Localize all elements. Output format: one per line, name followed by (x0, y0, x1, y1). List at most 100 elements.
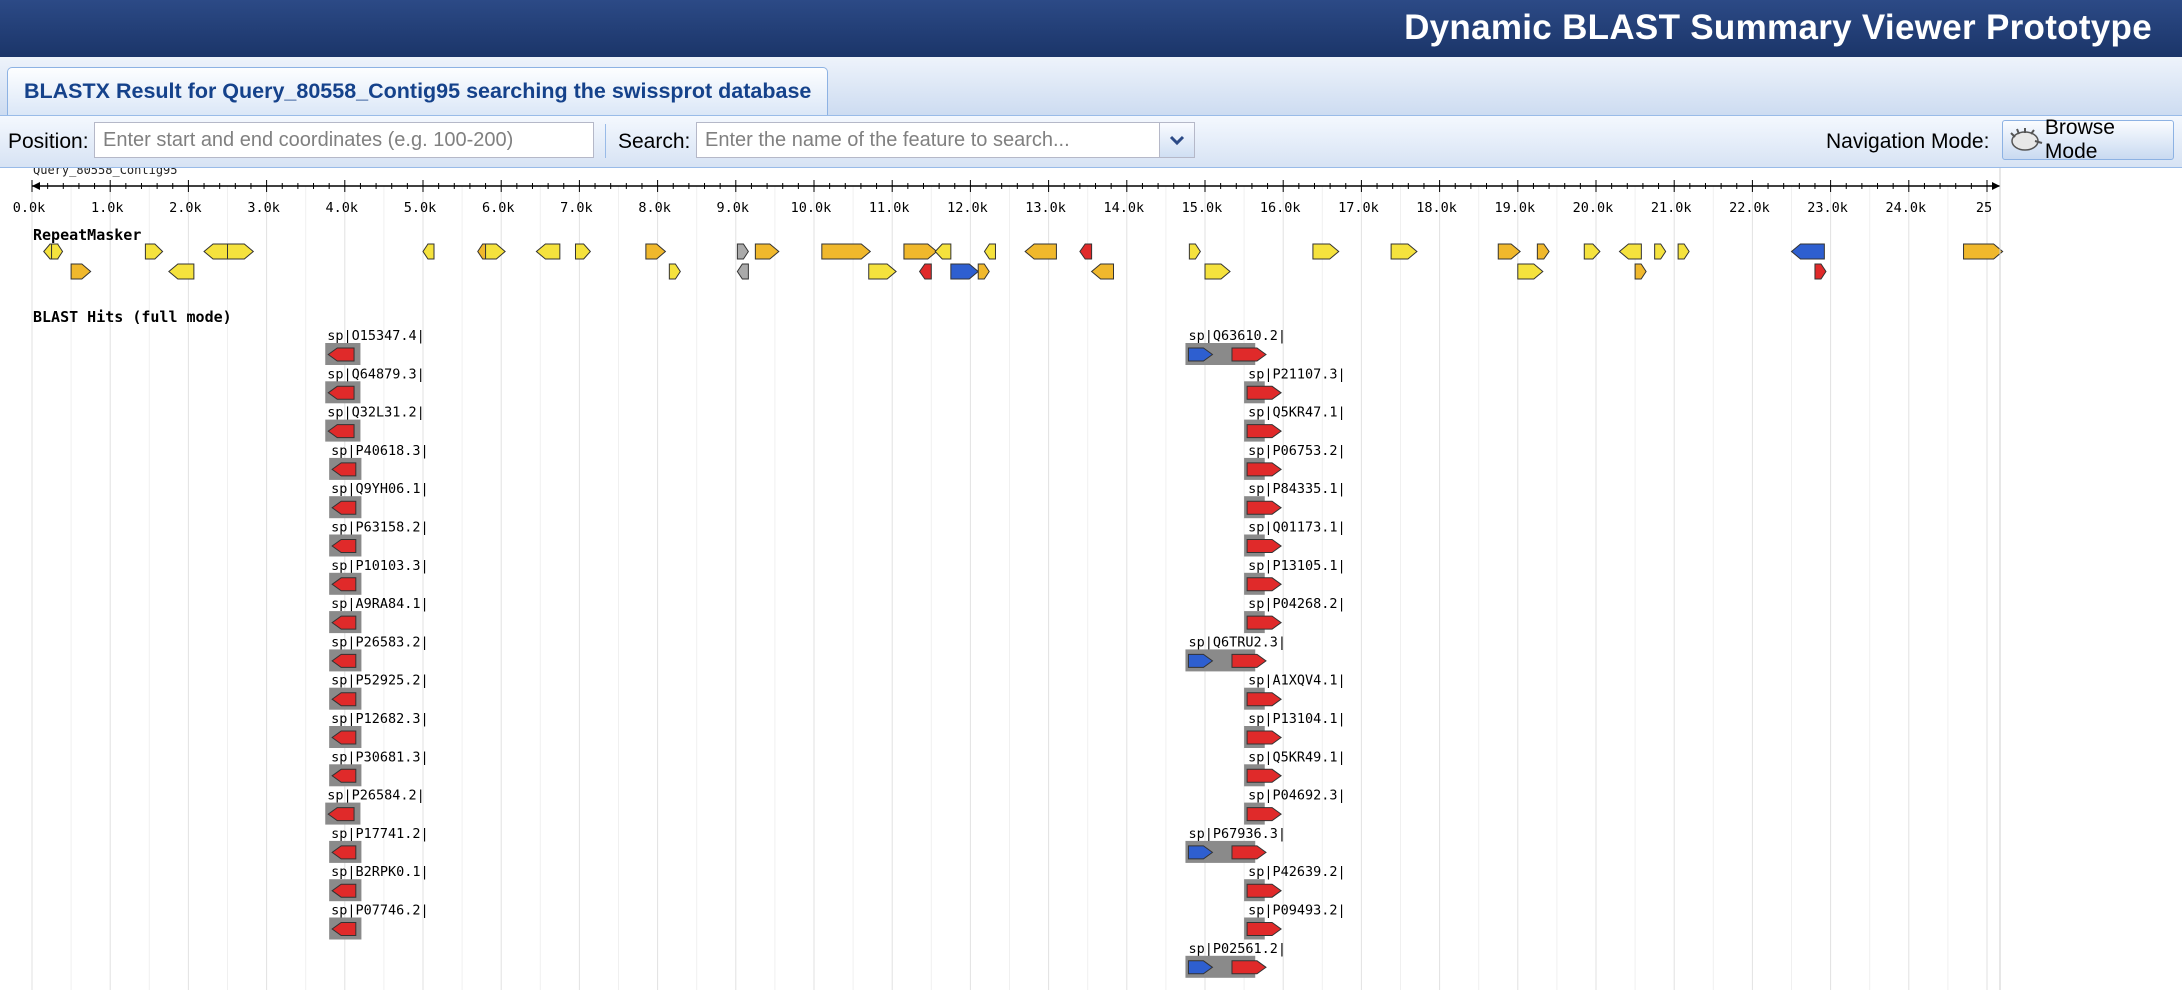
blast-hit-label: sp|Q63610.2| (1188, 328, 1286, 344)
blast-hsp-arrow (1246, 883, 1282, 898)
ruler-tick-label: 13.0k (1025, 200, 1066, 216)
search-dropdown-trigger[interactable] (1159, 122, 1195, 158)
blast-hit-label: sp|P26584.2| (327, 788, 425, 804)
blast-hit-label: sp|P17741.2| (331, 826, 429, 842)
blast-hit-label: sp|A9RA84.1| (331, 596, 429, 612)
ruler-tick-label: 7.0k (560, 200, 593, 216)
blast-hit: sp|P30681.3| (329, 749, 429, 787)
repeat-feature (1634, 263, 1647, 280)
blast-hsp-arrow (1231, 653, 1267, 668)
blast-hit: sp|P84335.1| (1244, 481, 1346, 519)
blast-hit-label: sp|Q5KR47.1| (1248, 405, 1346, 421)
repeat-feature (70, 263, 92, 280)
blast-hit: sp|O15347.4| (325, 328, 425, 365)
ruler-tick-label: 24.0k (1885, 200, 1926, 216)
blast-hit-label: sp|P07746.2| (331, 903, 429, 919)
repeat-feature (645, 243, 667, 260)
blast-hit: sp|P26584.2| (325, 788, 425, 825)
blast-hsp-arrow (1231, 960, 1267, 975)
repeat-feature (51, 243, 64, 260)
blast-hit: sp|P21107.3| (1244, 366, 1346, 404)
search-input[interactable] (696, 122, 1160, 158)
app-header: Dynamic BLAST Summary Viewer Prototype (0, 0, 2182, 57)
blast-hit-label: sp|P02561.2| (1188, 941, 1286, 957)
repeat-feature (1390, 243, 1418, 260)
repeat-feature (1583, 243, 1601, 260)
blast-hit: sp|B2RPK0.1| (329, 864, 429, 902)
repeat-feature (1814, 263, 1827, 280)
repeat-feature (1517, 263, 1544, 280)
blast-hit: sp|P10103.3| (329, 558, 429, 595)
query-name-label: Query_80558_Contig95 (33, 168, 178, 177)
blast-hit: sp|A1XQV4.1| (1244, 673, 1346, 710)
blast-hit: sp|Q5KR49.1| (1244, 749, 1346, 787)
ruler-tick-label: 1.0k (91, 200, 124, 216)
blast-hit: sp|Q32L31.2| (325, 405, 425, 442)
blast-hit-label: sp|Q64879.3| (327, 366, 425, 382)
blast-hit-label: sp|P04268.2| (1248, 596, 1346, 612)
repeat-feature (918, 263, 932, 280)
blast-hit: sp|A9RA84.1| (329, 596, 429, 634)
app-title: Dynamic BLAST Summary Viewer Prototype (1404, 8, 2152, 47)
ruler-tick-label: 23.0k (1807, 200, 1848, 216)
repeat-feature (168, 263, 195, 280)
blast-hit-label: sp|P13105.1| (1248, 558, 1346, 574)
ruler-arrow-right (1992, 182, 2000, 190)
repeat-feature (1497, 243, 1521, 260)
repeat-feature (1618, 243, 1642, 260)
blast-hit-label: sp|P67936.3| (1188, 826, 1286, 842)
blast-hit: sp|P42639.2| (1244, 864, 1346, 902)
blast-hit-label: sp|Q6TRU2.3| (1188, 634, 1286, 650)
blast-hsp-arrow (1246, 539, 1282, 553)
repeat-feature (1079, 243, 1093, 260)
blast-hit: sp|P13104.1| (1244, 711, 1346, 748)
tab-bar: BLASTX Result for Query_80558_Contig95 s… (0, 57, 2182, 116)
ruler-tick-label: 12.0k (947, 200, 988, 216)
ruler-tick-label: 9.0k (717, 200, 750, 216)
blast-hsp-arrow (1246, 500, 1282, 515)
chevron-down-icon (1169, 135, 1185, 146)
blast-hit-label: sp|P63158.2| (331, 520, 429, 536)
ruler-tick-label: 21.0k (1651, 200, 1692, 216)
blast-hit-label: sp|P42639.2| (1248, 864, 1346, 880)
repeat-feature (1790, 243, 1825, 260)
blast-hit-label: sp|P21107.3| (1248, 366, 1346, 382)
repeat-feature (1536, 243, 1550, 260)
blast-hit: sp|Q64879.3| (325, 366, 425, 404)
blast-hit-label: sp|P30681.3| (331, 749, 429, 765)
browse-mode-button[interactable]: Browse Mode (2002, 116, 2174, 163)
repeat-feature (1090, 263, 1115, 280)
ruler-tick-label: 8.0k (638, 200, 671, 216)
blast-hit-label: sp|P26583.2| (331, 634, 429, 650)
blast-hit-label: sp|B2RPK0.1| (331, 864, 429, 880)
tab-blastx-result[interactable]: BLASTX Result for Query_80558_Contig95 s… (7, 67, 829, 115)
repeat-feature (903, 243, 938, 260)
blast-hit: sp|P26583.2| (329, 634, 429, 672)
ruler-tick-label: 19.0k (1494, 200, 1535, 216)
repeat-feature (934, 243, 952, 260)
blast-hsp-arrow (1246, 730, 1282, 745)
ruler-tick-label: 15.0k (1182, 200, 1223, 216)
ruler-tick-label: 20.0k (1573, 200, 1614, 216)
viewer-canvas: Query_80558_Contig95 0.0k 1.0k 2.0k 3.0k 4.0k… (13, 168, 2004, 990)
blast-hit: sp|Q01173.1| (1244, 520, 1346, 557)
repeat-feature (1312, 243, 1340, 260)
blast-hit-label: sp|Q32L31.2| (327, 405, 425, 421)
repeat-feature (950, 263, 980, 280)
blast-hit-label: sp|P13104.1| (1248, 711, 1346, 727)
blast-hit: sp|P04692.3| (1244, 788, 1346, 825)
blast-hit: sp|P12682.3| (329, 711, 429, 748)
blast-hit: sp|P17741.2| (329, 826, 429, 863)
ruler-tick-label: 3.0k (247, 200, 280, 216)
blast-hit-label: sp|A1XQV4.1| (1248, 673, 1346, 689)
toolbar: Position: Search: Navigation Mode: Brows… (0, 116, 2182, 168)
blast-hit-label: sp|P10103.3| (331, 558, 429, 574)
blast-hsp-arrow (1246, 922, 1282, 936)
blast-hsp-arrow (1246, 424, 1282, 439)
blast-hit: sp|P52925.2| (329, 673, 429, 710)
blast-summary-viewer[interactable]: Query_80558_Contig95 0.0k 1.0k 2.0k 3.0k 4.0k… (0, 168, 2182, 990)
blast-hit-label: sp|P04692.3| (1248, 788, 1346, 804)
blast-hsp-arrow (1246, 692, 1282, 707)
position-input[interactable] (94, 122, 594, 158)
repeat-feature (668, 263, 681, 280)
